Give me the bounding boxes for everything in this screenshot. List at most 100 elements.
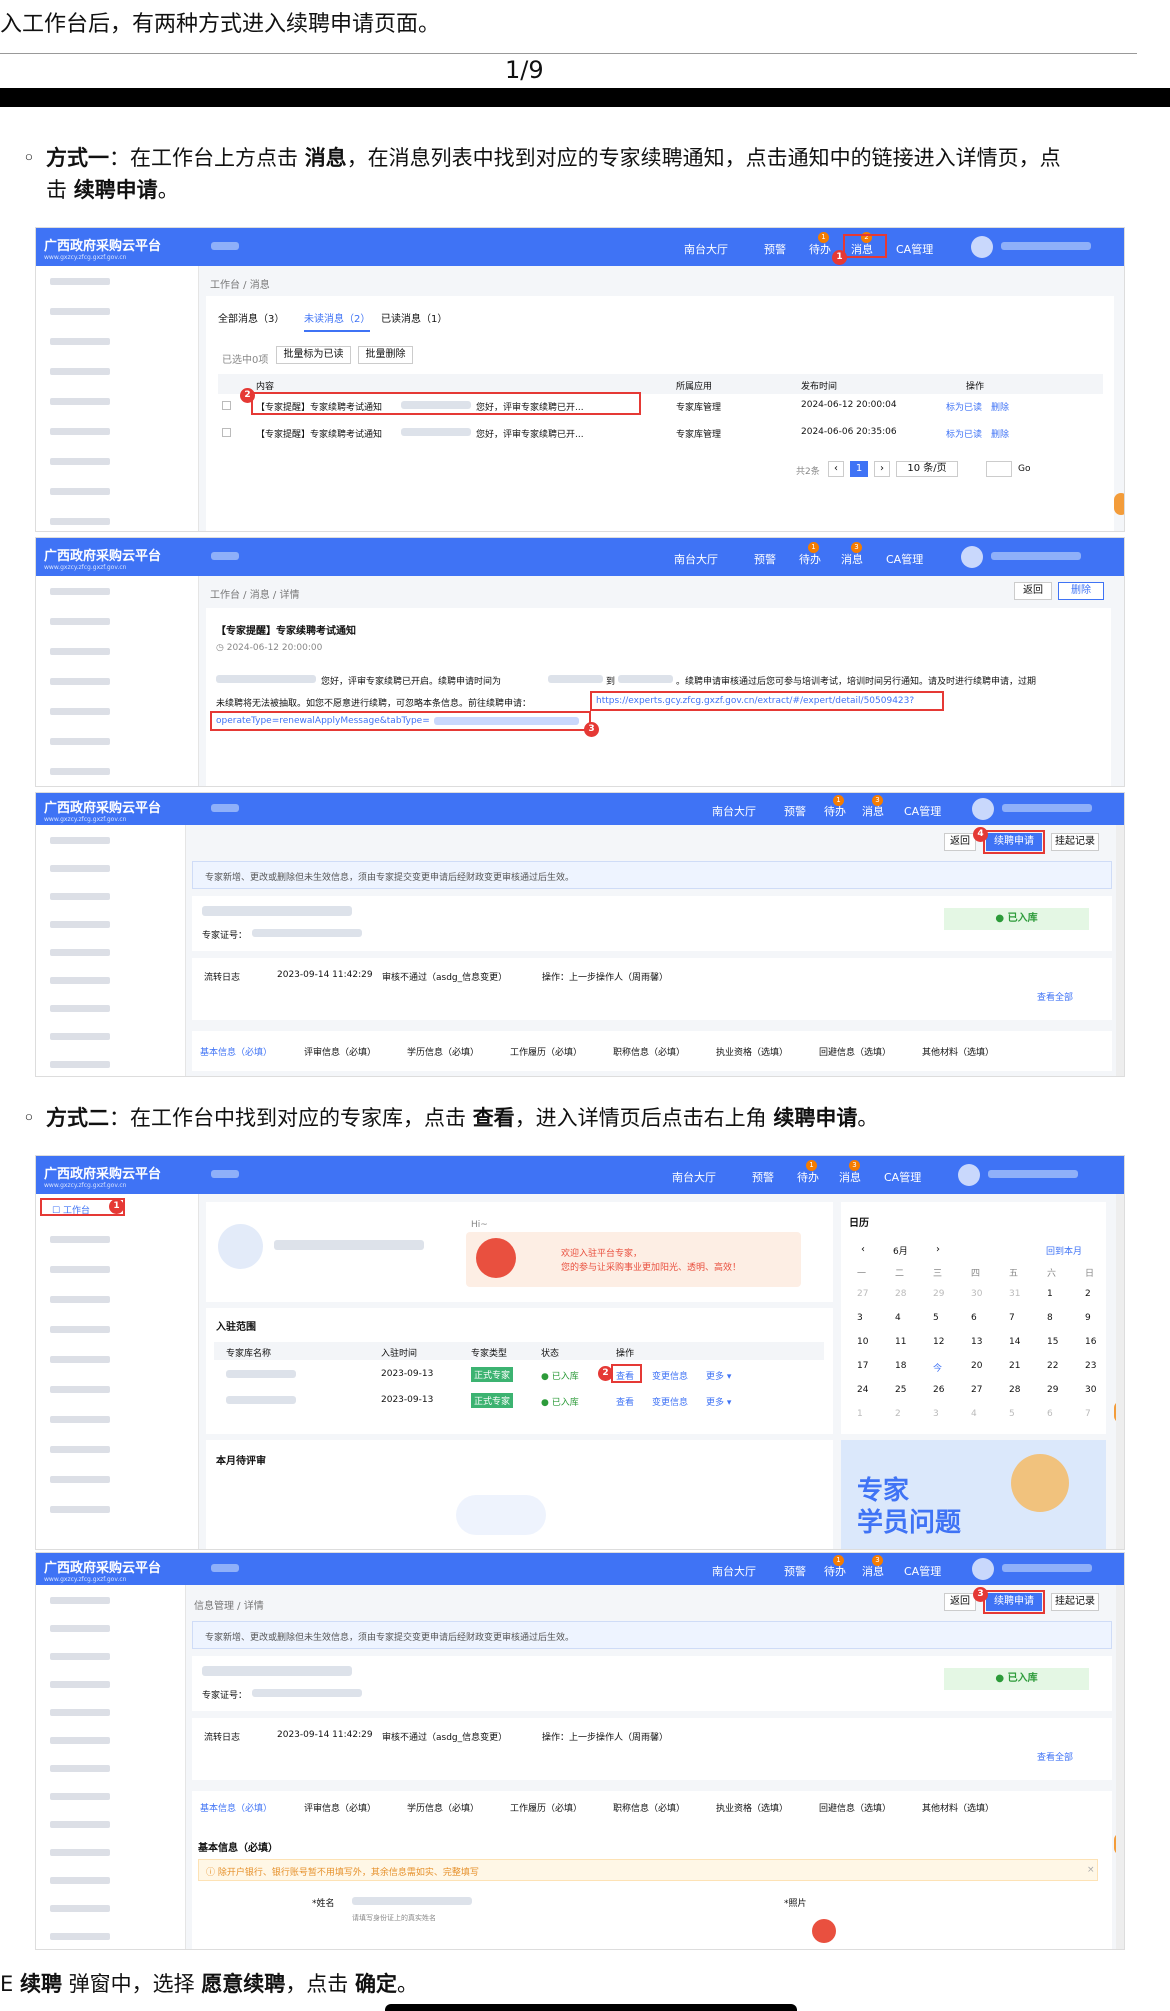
calendar-day[interactable]: 30 <box>971 1289 982 1299</box>
nav-warn[interactable]: 预警 <box>752 1169 774 1185</box>
calendar-day[interactable]: 9 <box>1085 1313 1091 1323</box>
calendar-day[interactable]: 27 <box>857 1289 868 1299</box>
user-avatar[interactable] <box>972 798 994 820</box>
tab-license[interactable]: 执业资格（选填） <box>716 1801 788 1814</box>
calendar-day[interactable]: 18 <box>895 1361 906 1371</box>
current-page[interactable]: 1 <box>850 461 868 477</box>
nav-ca[interactable]: CA管理 <box>884 1169 921 1185</box>
tab-title[interactable]: 职称信息（必填） <box>613 1801 685 1814</box>
calendar-day[interactable]: 15 <box>1047 1337 1058 1347</box>
back-button[interactable]: 返回 <box>944 833 976 851</box>
page-jump-input[interactable] <box>986 461 1012 477</box>
tab-all[interactable]: 全部消息（3） <box>218 310 284 325</box>
tab-education[interactable]: 学历信息（必填） <box>407 1045 479 1058</box>
calendar-day[interactable]: 31 <box>1009 1289 1020 1299</box>
tab-work[interactable]: 工作履历（必填） <box>510 1045 582 1058</box>
nav-ca[interactable]: CA管理 <box>896 241 933 257</box>
prev-month-icon[interactable]: ‹ <box>861 1244 865 1255</box>
nav-messages[interactable]: 消息 <box>862 1563 884 1579</box>
tab-review[interactable]: 评审信息（必填） <box>304 1045 376 1058</box>
calendar-day[interactable]: 4 <box>895 1313 901 1323</box>
calendar-day[interactable]: 12 <box>933 1337 944 1347</box>
calendar-day[interactable]: 11 <box>895 1337 906 1347</box>
calendar-day[interactable]: 26 <box>933 1385 944 1395</box>
calendar-day[interactable]: 4 <box>971 1409 977 1419</box>
user-avatar[interactable] <box>972 1558 994 1580</box>
calendar-day[interactable]: 1 <box>1047 1289 1053 1299</box>
nav-ca[interactable]: CA管理 <box>904 1563 941 1579</box>
calendar-day[interactable]: 30 <box>1085 1385 1096 1395</box>
calendar-day[interactable]: 7 <box>1085 1409 1091 1419</box>
nav-warn[interactable]: 预警 <box>754 551 776 567</box>
calendar-day[interactable]: 5 <box>1009 1409 1015 1419</box>
tab-work[interactable]: 工作履历（必填） <box>510 1801 582 1814</box>
tab-other[interactable]: 其他材料（选填） <box>922 1045 994 1058</box>
nav-ca[interactable]: CA管理 <box>886 551 923 567</box>
calendar-day[interactable]: 今 <box>933 1361 942 1374</box>
calendar-day[interactable]: 23 <box>1085 1361 1096 1371</box>
mark-read-link[interactable]: 标为已读 <box>946 400 982 413</box>
calendar-day[interactable]: 3 <box>933 1409 939 1419</box>
tab-other[interactable]: 其他材料（选填） <box>922 1801 994 1814</box>
calendar-day[interactable]: 20 <box>971 1361 982 1371</box>
nav-ca[interactable]: CA管理 <box>904 803 941 819</box>
calendar-day[interactable]: 29 <box>1047 1385 1058 1395</box>
user-avatar[interactable] <box>958 1164 980 1186</box>
assistant-icon[interactable] <box>1114 493 1124 515</box>
back-to-month-button[interactable]: 回到本月 <box>1046 1244 1082 1257</box>
delete-link[interactable]: 删除 <box>991 400 1009 413</box>
calendar-day[interactable]: 17 <box>857 1361 868 1371</box>
tab-title[interactable]: 职称信息（必填） <box>613 1045 685 1058</box>
calendar-day[interactable]: 22 <box>1047 1361 1058 1371</box>
nav-hall[interactable]: 南台大厅 <box>684 241 728 257</box>
bulk-delete-button[interactable]: 批量删除 <box>358 346 413 364</box>
calendar-day[interactable]: 28 <box>1009 1385 1020 1395</box>
back-button[interactable]: 返回 <box>1014 582 1052 600</box>
more-dropdown[interactable]: 更多 ▾ <box>706 1369 731 1382</box>
next-page-button[interactable]: › <box>874 461 890 477</box>
tab-license[interactable]: 执业资格（选填） <box>716 1045 788 1058</box>
calendar-day[interactable]: 25 <box>895 1385 906 1395</box>
per-page-select[interactable]: 10 条/页 <box>896 461 958 477</box>
delete-button[interactable]: 删除 <box>1058 582 1104 600</box>
nav-messages[interactable]: 消息 <box>839 1169 861 1185</box>
mark-read-button[interactable]: 批量标为已读 <box>276 346 351 364</box>
calendar-day[interactable]: 24 <box>857 1385 868 1395</box>
tab-education[interactable]: 学历信息（必填） <box>407 1801 479 1814</box>
nav-todo[interactable]: 待办 <box>799 551 821 567</box>
nav-hall[interactable]: 南台大厅 <box>712 803 756 819</box>
nav-warn[interactable]: 预警 <box>784 1563 806 1579</box>
tab-basic[interactable]: 基本信息（必填） <box>200 1801 272 1814</box>
nav-warn[interactable]: 预警 <box>784 803 806 819</box>
calendar-day[interactable]: 29 <box>933 1289 944 1299</box>
suspend-record-button[interactable]: 挂起记录 <box>1051 1593 1099 1611</box>
calendar-day[interactable]: 27 <box>971 1385 982 1395</box>
nav-messages[interactable]: 消息 <box>841 551 863 567</box>
calendar-day[interactable]: 6 <box>971 1313 977 1323</box>
change-info-link[interactable]: 变更信息 <box>652 1369 688 1382</box>
calendar-day[interactable]: 16 <box>1085 1337 1096 1347</box>
nav-messages[interactable]: 消息 <box>862 803 884 819</box>
close-icon[interactable]: × <box>1087 1865 1095 1875</box>
nav-hall[interactable]: 南台大厅 <box>672 1169 716 1185</box>
nav-warn[interactable]: 预警 <box>764 241 786 257</box>
tab-basic[interactable]: 基本信息（必填） <box>200 1045 272 1058</box>
calendar-day[interactable]: 3 <box>857 1313 863 1323</box>
calendar-day[interactable]: 21 <box>1009 1361 1020 1371</box>
calendar-day[interactable]: 5 <box>933 1313 939 1323</box>
tab-review[interactable]: 评审信息（必填） <box>304 1801 376 1814</box>
tab-unread[interactable]: 未读消息（2） <box>304 310 371 332</box>
nav-hall[interactable]: 南台大厅 <box>712 1563 756 1579</box>
calendar-day[interactable]: 14 <box>1009 1337 1020 1347</box>
calendar-day[interactable]: 10 <box>857 1337 868 1347</box>
next-month-icon[interactable]: › <box>936 1244 940 1255</box>
prev-page-button[interactable]: ‹ <box>828 461 844 477</box>
calendar-day[interactable]: 1 <box>857 1409 863 1419</box>
tab-avoid[interactable]: 回避信息（选填） <box>819 1045 891 1058</box>
tab-read[interactable]: 已读消息（1） <box>381 310 447 325</box>
calendar-day[interactable]: 13 <box>971 1337 982 1347</box>
view-all-link[interactable]: 查看全部 <box>1037 1750 1073 1763</box>
go-button[interactable]: Go <box>1018 464 1030 474</box>
tab-avoid[interactable]: 回避信息（选填） <box>819 1801 891 1814</box>
nav-todo[interactable]: 待办 <box>797 1169 819 1185</box>
